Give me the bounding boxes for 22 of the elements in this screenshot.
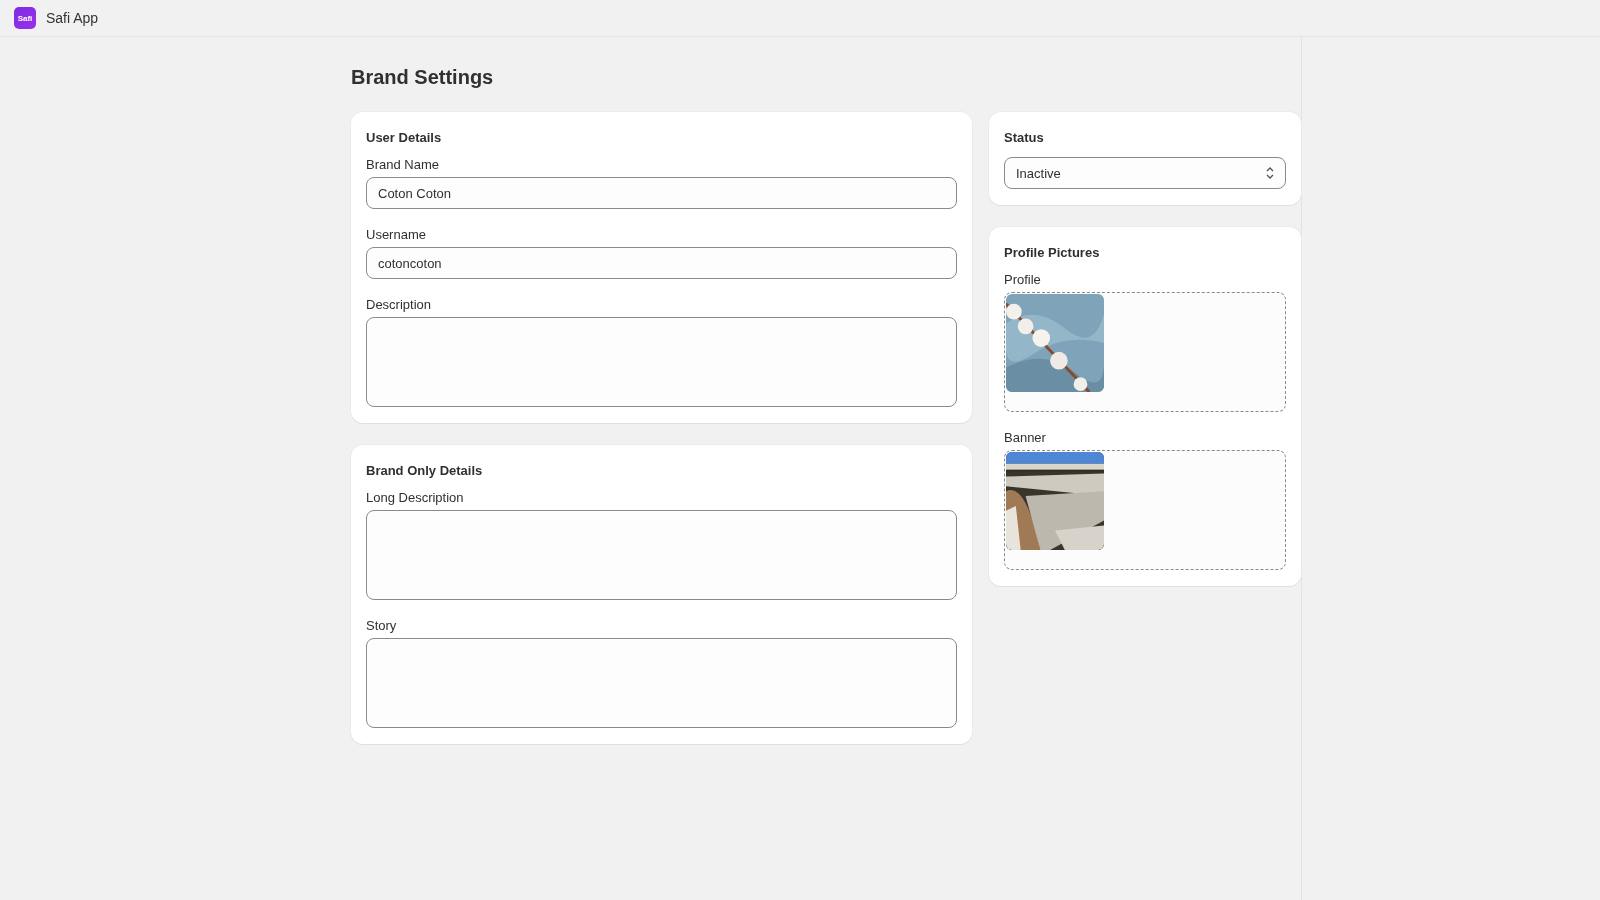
card-title: Profile Pictures (1004, 245, 1101, 260)
field-label: Brand Name (366, 157, 440, 172)
text-field[interactable]: Coton Coton (366, 177, 957, 209)
text-area[interactable] (366, 317, 957, 407)
field-label: Story (366, 618, 398, 633)
field-label: Username (366, 227, 427, 242)
card-title: Brand Only Details (366, 463, 484, 478)
page-title: Brand Settings (351, 66, 495, 89)
image-drop-zone[interactable] (1004, 450, 1286, 570)
field-label: Long Description (366, 490, 465, 505)
app-logo: Safi (14, 7, 36, 29)
card-title: User Details (366, 130, 443, 145)
app-name: Safi App (46, 10, 99, 26)
text-field[interactable]: cotoncoton (366, 247, 957, 279)
field-label: Banner (1004, 430, 1047, 445)
text-area[interactable] (366, 638, 957, 728)
field-label: Profile (1004, 272, 1042, 287)
field-label: Description (366, 297, 433, 312)
status-select[interactable]: Inactive (1004, 157, 1286, 189)
text-area[interactable] (366, 510, 957, 600)
chevron-icon (1266, 166, 1274, 180)
card-title: Status (1004, 130, 1045, 145)
